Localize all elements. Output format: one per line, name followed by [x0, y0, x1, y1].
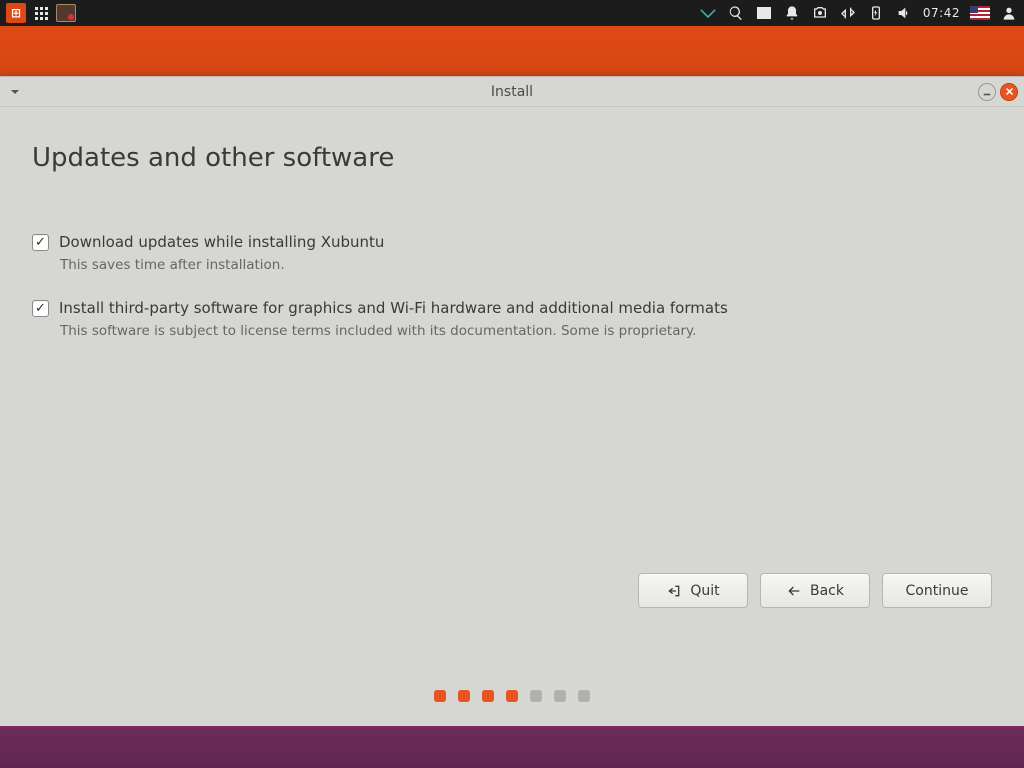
minimize-button[interactable] [978, 83, 996, 101]
window-title: Install [66, 84, 958, 100]
progress-dots [0, 690, 1024, 702]
page-title: Updates and other software [32, 143, 992, 173]
chevron-down-icon[interactable] [699, 4, 717, 22]
third-party-label: Install third-party software for graphic… [59, 299, 728, 317]
panel-right: 07:42 [699, 4, 1018, 22]
search-icon[interactable] [727, 4, 745, 22]
progress-dot [578, 690, 590, 702]
volume-icon[interactable] [895, 4, 913, 22]
camera-icon[interactable] [811, 4, 829, 22]
download-updates-desc: This saves time after installation. [60, 257, 992, 273]
content-area: Updates and other software Download upda… [0, 107, 1024, 385]
back-label: Back [810, 583, 844, 599]
progress-dot [482, 690, 494, 702]
progress-dot [506, 690, 518, 702]
back-arrow-icon [786, 583, 802, 599]
battery-icon[interactable] [867, 4, 885, 22]
wallpaper-bottom [0, 728, 1024, 768]
installer-window: Install Updates and other software Downl… [0, 76, 1024, 726]
window-menu-icon[interactable] [6, 83, 24, 101]
workspace-icon[interactable] [755, 4, 773, 22]
keyboard-layout-flag-icon[interactable] [970, 6, 990, 20]
back-button[interactable]: Back [760, 573, 870, 608]
app-launcher-icon[interactable] [32, 4, 50, 22]
user-icon[interactable] [1000, 4, 1018, 22]
option-third-party[interactable]: Install third-party software for graphic… [32, 299, 992, 317]
panel-left: ⊞ [6, 3, 76, 23]
clock[interactable]: 07:42 [923, 6, 960, 20]
option-download-updates[interactable]: Download updates while installing Xubunt… [32, 233, 992, 251]
progress-dot [458, 690, 470, 702]
titlebar: Install [0, 77, 1024, 107]
download-updates-checkbox[interactable] [32, 234, 49, 251]
taskbar-app-icon[interactable] [56, 4, 76, 22]
download-updates-label: Download updates while installing Xubunt… [59, 233, 384, 251]
button-row: Quit Back Continue [638, 573, 992, 608]
whisker-menu-icon[interactable]: ⊞ [6, 3, 26, 23]
continue-button[interactable]: Continue [882, 573, 992, 608]
quit-label: Quit [690, 583, 719, 599]
close-button[interactable] [1000, 83, 1018, 101]
third-party-checkbox[interactable] [32, 300, 49, 317]
wallpaper-strip [0, 26, 1024, 76]
top-panel: ⊞ 07:42 [0, 0, 1024, 26]
network-icon[interactable] [839, 4, 857, 22]
notification-bell-icon[interactable] [783, 4, 801, 22]
quit-button[interactable]: Quit [638, 573, 748, 608]
continue-label: Continue [906, 583, 969, 599]
quit-icon [666, 583, 682, 599]
progress-dot [554, 690, 566, 702]
progress-dot [530, 690, 542, 702]
progress-dot [434, 690, 446, 702]
third-party-desc: This software is subject to license term… [60, 323, 992, 339]
